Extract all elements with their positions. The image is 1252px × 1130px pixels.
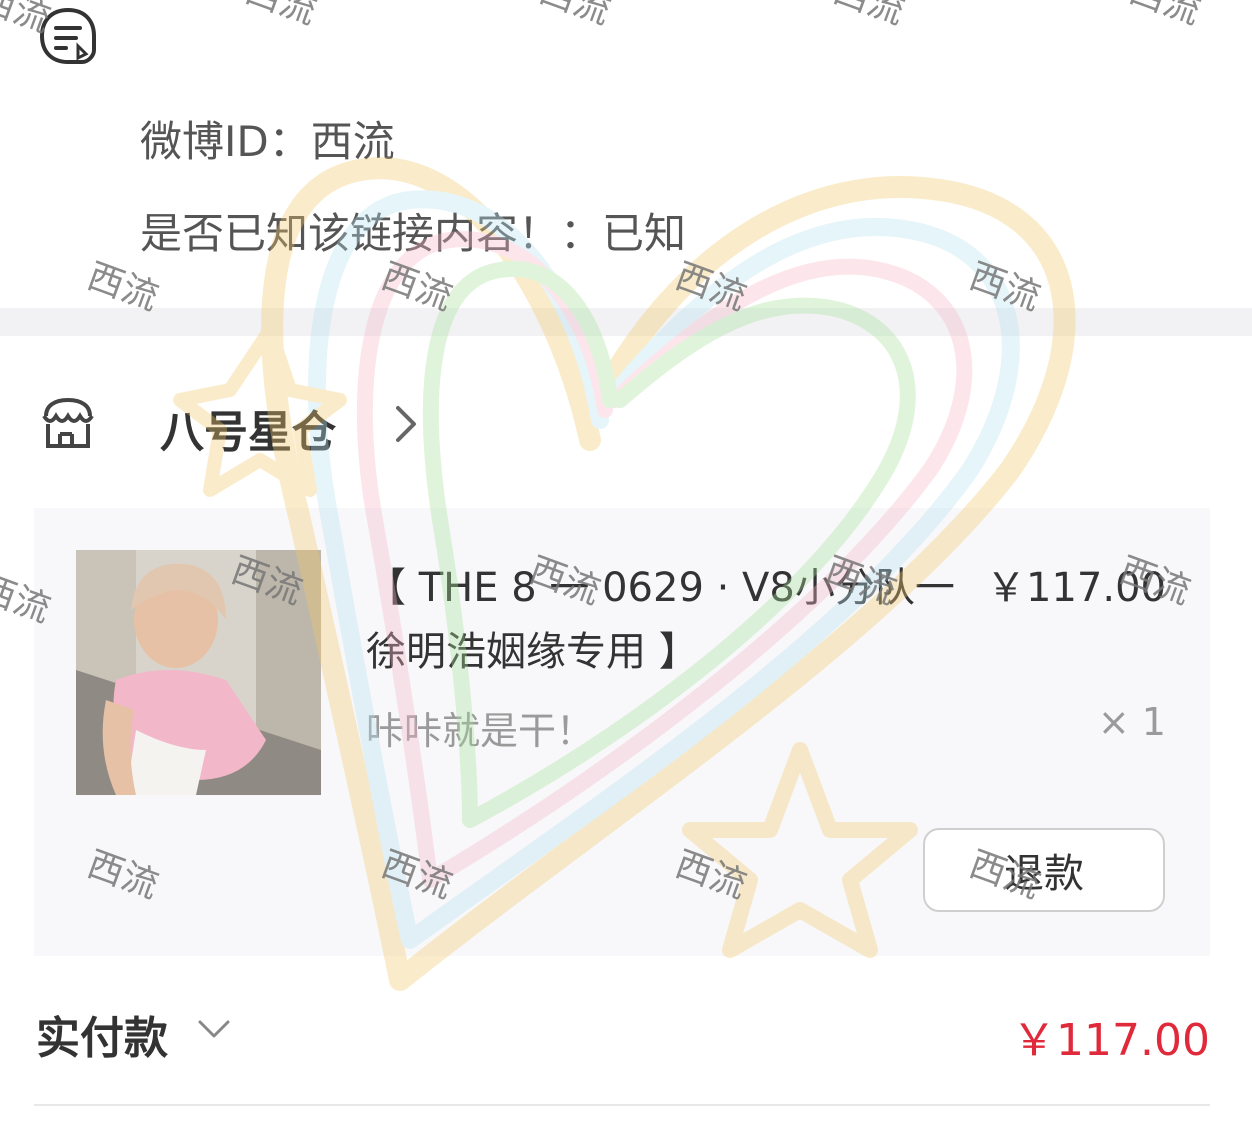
watermark-text: 西流 bbox=[533, 0, 616, 33]
watermark-text: 西流 bbox=[827, 0, 910, 33]
shop-name[interactable]: 八号星仓 bbox=[160, 396, 336, 460]
section-divider bbox=[0, 308, 1252, 336]
product-quantity: × 1 bbox=[1097, 700, 1166, 744]
product-title[interactable]: 【 THE 8 一 0629 · V8小分队一 徐明浩姻缘专用 】 bbox=[366, 556, 966, 684]
product-spec: 咔咔就是干！ bbox=[366, 709, 595, 753]
paid-amount: ￥117.00 bbox=[1012, 1015, 1210, 1066]
chevron-down-icon[interactable] bbox=[196, 1016, 232, 1044]
refund-button[interactable]: 退款 bbox=[923, 828, 1165, 912]
store-icon[interactable] bbox=[40, 396, 96, 452]
link-known-line: 是否已知该链接内容！：已知 bbox=[140, 209, 687, 258]
paid-label[interactable]: 实付款 bbox=[36, 1002, 168, 1066]
order-detail-page: 微博ID：西流 是否已知该链接内容！：已知 八号星仓 【 THE 8 一 062… bbox=[0, 0, 1252, 1130]
note-icon bbox=[38, 6, 98, 66]
bottom-divider bbox=[34, 1104, 1210, 1106]
product-price: ￥117.00 bbox=[986, 565, 1166, 611]
weibo-id-line: 微博ID：西流 bbox=[140, 117, 395, 166]
product-photo[interactable] bbox=[76, 550, 321, 795]
chevron-right-icon[interactable] bbox=[392, 402, 420, 446]
watermark-text: 西流 bbox=[1123, 0, 1206, 33]
watermark-text: 西流 bbox=[239, 0, 322, 33]
